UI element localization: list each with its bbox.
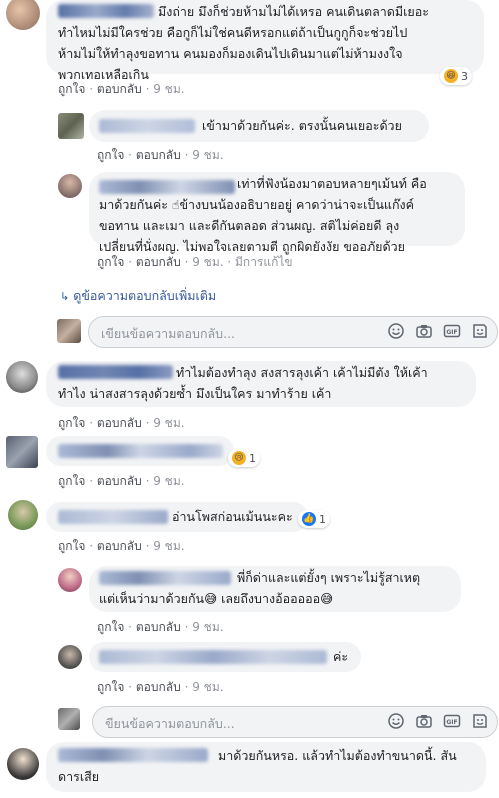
avatar bbox=[57, 319, 81, 343]
comment-text: อ่านโพสก่อนเม้นนะคะ bbox=[172, 509, 293, 524]
timestamp[interactable]: 9 ชม. bbox=[192, 255, 223, 269]
comment-bubble: อ่านโพสก่อนเม้นนะคะ bbox=[46, 502, 308, 532]
like-link[interactable]: ถูกใจ bbox=[58, 416, 85, 430]
reply-arrow-icon: ↳ bbox=[60, 290, 70, 303]
commenter-name[interactable] bbox=[58, 510, 168, 524]
reply-link[interactable]: ตอบกลับ bbox=[136, 148, 181, 162]
comment-bubble: มึงถ่าย มึงก็ช่วยห้ามไม่ได้เหรอ คนเดินตล… bbox=[46, 0, 484, 82]
timestamp[interactable]: 9 ชม. bbox=[153, 82, 184, 96]
like-link[interactable]: ถูกใจ bbox=[97, 148, 124, 162]
reply-bubble: พี่ก็ด่าและแต่ยั้งๆ เพราะไม่รู้สาเหตุ แต… bbox=[89, 566, 461, 612]
svg-text:GIF: GIF bbox=[446, 329, 457, 336]
comment-actions: ถูกใจ · ตอบกลับ · 9 ชม. bbox=[58, 474, 185, 488]
avatar[interactable] bbox=[7, 748, 39, 780]
avatar[interactable] bbox=[58, 568, 82, 592]
commenter-name[interactable] bbox=[99, 119, 195, 133]
reply-placeholder: เขียนข้อความตอบกลับ... bbox=[101, 326, 236, 341]
emoji-icon[interactable] bbox=[387, 322, 405, 340]
reaction-count[interactable]: 😢 1 bbox=[228, 449, 260, 467]
reply-bubble: เข้ามาด้วยกันค่ะ. ตรงนั้นคนเยอะด้วย bbox=[89, 110, 429, 142]
like-link[interactable]: ถูกใจ bbox=[58, 82, 85, 96]
sad-icon: 😢 bbox=[232, 451, 246, 465]
more-replies-link[interactable]: ↳ ดูข้อความตอบกลับเพิ่มเติม bbox=[60, 286, 216, 306]
input-icons: GIF bbox=[387, 322, 489, 340]
timestamp[interactable]: 9 ชม. bbox=[153, 474, 184, 488]
comment-bubble: ทำไมต้องทำลุง สงสารลุงเค้า เค้าไม่มีตัง … bbox=[46, 361, 476, 407]
sticker-icon[interactable] bbox=[471, 322, 489, 340]
comment-actions: ถูกใจ · ตอบกลับ · 9 ชม. bbox=[97, 680, 224, 694]
comment-text: มึงถ่าย มึงก็ช่วยห้ามไม่ได้เหรอ คนเดินตล… bbox=[58, 4, 429, 82]
like-link[interactable]: ถูกใจ bbox=[58, 474, 85, 488]
comment-actions: ถูกใจ · ตอบกลับ · 9 ชม. bbox=[97, 148, 224, 162]
commenter-name[interactable] bbox=[58, 444, 223, 458]
like-link[interactable]: ถูกใจ bbox=[58, 539, 85, 553]
comment-actions: ถูกใจ · ตอบกลับ · 9 ชม. · มีการแก้ไข bbox=[97, 255, 293, 269]
reply-link[interactable]: ตอบกลับ bbox=[97, 539, 142, 553]
reply-link[interactable]: ตอบกลับ bbox=[136, 620, 181, 634]
camera-icon[interactable] bbox=[415, 322, 433, 340]
comment-actions: ถูกใจ · ตอบกลับ · 9 ชม. bbox=[58, 416, 185, 430]
comment-actions: ถูกใจ · ตอบกลับ · 9 ชม. bbox=[58, 539, 185, 553]
edited-label[interactable]: มีการแก้ไข bbox=[235, 255, 293, 269]
sticker-icon[interactable] bbox=[471, 712, 489, 730]
comment-text: ทำไมต้องทำลุง สงสารลุงเค้า เค้าไม่มีตัง … bbox=[58, 365, 428, 401]
reply-input[interactable]: ขียนข้อความตอบกลับ... GIF bbox=[92, 706, 498, 738]
avatar[interactable] bbox=[58, 113, 84, 139]
input-icons: GIF bbox=[387, 712, 489, 730]
comment-text: มาด้วยกันหรอ. แล้วทำไมต้องทำขนาดนี้. สัน… bbox=[58, 748, 457, 784]
emoji-icon[interactable] bbox=[387, 712, 405, 730]
avatar[interactable] bbox=[6, 436, 38, 468]
comment-text: เข้ามาด้วยกันค่ะ. ตรงนั้นคนเยอะด้วย bbox=[202, 118, 402, 133]
timestamp[interactable]: 9 ชม. bbox=[192, 680, 223, 694]
reply-link[interactable]: ตอบกลับ bbox=[97, 416, 142, 430]
gif-icon[interactable]: GIF bbox=[443, 712, 461, 730]
avatar[interactable] bbox=[6, 361, 38, 393]
commenter-name[interactable] bbox=[99, 650, 327, 664]
reaction-count[interactable]: 👍 1 bbox=[298, 510, 330, 528]
like-link[interactable]: ถูกใจ bbox=[97, 680, 124, 694]
avatar bbox=[58, 708, 80, 730]
timestamp[interactable]: 9 ชม. bbox=[192, 620, 223, 634]
reply-placeholder: ขียนข้อความตอบกลับ... bbox=[105, 716, 235, 731]
avatar[interactable] bbox=[58, 645, 82, 669]
haha-icon: 😆 bbox=[444, 69, 458, 83]
comment-text: ค่ะ bbox=[333, 649, 349, 664]
reply-bubble: เท่าที่ฟังน้องมาตอบหลายๆเม้นท์ คือ มาด้ว… bbox=[89, 172, 465, 254]
timestamp[interactable]: 9 ชม. bbox=[192, 148, 223, 162]
like-link[interactable]: ถูกใจ bbox=[97, 255, 124, 269]
reaction-count[interactable]: 😆 3 bbox=[440, 67, 472, 85]
comment-text: เท่าที่ฟังน้องมาตอบหลายๆเม้นท์ คือ มาด้ว… bbox=[99, 176, 427, 254]
comment-actions: ถูกใจ · ตอบกลับ · 9 ชม. bbox=[97, 620, 224, 634]
comment-actions: ถูกใจ · ตอบกลับ · 9 ชม. bbox=[58, 82, 185, 96]
reply-link[interactable]: ตอบกลับ bbox=[97, 82, 142, 96]
camera-icon[interactable] bbox=[415, 712, 433, 730]
avatar[interactable] bbox=[6, 0, 40, 30]
reply-link[interactable]: ตอบกลับ bbox=[97, 474, 142, 488]
reply-bubble: ค่ะ bbox=[89, 642, 361, 672]
comment-bubble: มาด้วยกันหรอ. แล้วทำไมต้องทำขนาดนี้. สัน… bbox=[46, 742, 486, 792]
reply-link[interactable]: ตอบกลับ bbox=[136, 255, 181, 269]
timestamp[interactable]: 9 ชม. bbox=[153, 539, 184, 553]
comment-text: พี่ก็ด่าและแต่ยั้งๆ เพราะไม่รู้สาเหตุ แต… bbox=[99, 570, 421, 606]
reply-link[interactable]: ตอบกลับ bbox=[136, 680, 181, 694]
avatar[interactable] bbox=[58, 174, 82, 198]
reply-input[interactable]: เขียนข้อความตอบกลับ... GIF bbox=[88, 316, 498, 348]
gif-icon[interactable]: GIF bbox=[443, 322, 461, 340]
avatar[interactable] bbox=[8, 500, 38, 530]
comment-bubble bbox=[46, 436, 234, 466]
svg-text:GIF: GIF bbox=[446, 719, 457, 726]
timestamp[interactable]: 9 ชม. bbox=[153, 416, 184, 430]
like-icon: 👍 bbox=[302, 512, 316, 526]
like-link[interactable]: ถูกใจ bbox=[97, 620, 124, 634]
